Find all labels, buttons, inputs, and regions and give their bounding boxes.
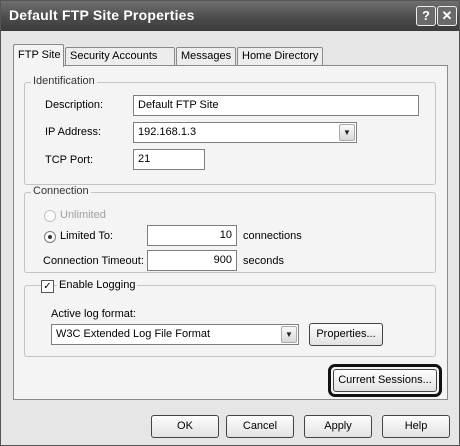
description-input[interactable]: Default FTP Site [133, 95, 419, 116]
current-sessions-button[interactable]: Current Sessions... [333, 369, 437, 392]
ip-address-select[interactable]: 192.168.1.3 ▼ [133, 122, 357, 143]
ip-address-label: IP Address: [45, 126, 102, 138]
radio-selected-dot [48, 235, 52, 239]
connection-timeout-input[interactable]: 900 [147, 250, 237, 271]
tab-home-directory[interactable]: Home Directory [237, 47, 323, 66]
tab-panel-ftp-site: Identification Description: Default FTP … [13, 65, 448, 400]
tab-messages[interactable]: Messages [176, 47, 236, 66]
chevron-down-icon[interactable]: ▼ [281, 326, 297, 343]
window-title: Default FTP Site Properties [9, 7, 195, 23]
help-button[interactable]: Help [382, 415, 450, 438]
tcp-port-input[interactable]: 21 [133, 149, 205, 170]
identification-group: Identification Description: Default FTP … [24, 75, 436, 185]
limited-to-label: Limited To: [60, 230, 113, 242]
seconds-unit-label: seconds [243, 255, 284, 267]
log-format-value: W3C Extended Log File Format [56, 328, 211, 340]
apply-button[interactable]: Apply [304, 415, 372, 438]
enable-logging-checkbox[interactable]: ✓ [41, 280, 54, 293]
limited-to-radio[interactable] [44, 231, 56, 243]
cancel-button[interactable]: Cancel [226, 415, 294, 438]
properties-dialog: Default FTP Site Properties ? ✕ FTP Site… [0, 0, 460, 446]
tab-security-accounts[interactable]: Security Accounts [65, 47, 175, 66]
connection-timeout-label: Connection Timeout: [43, 255, 144, 267]
unlimited-radio[interactable] [44, 210, 56, 222]
unlimited-label: Unlimited [60, 209, 106, 221]
logging-group: ✓ Enable Logging Active log format: W3C … [24, 279, 436, 357]
help-title-button[interactable]: ? [416, 6, 436, 26]
tab-ftp-site[interactable]: FTP Site [13, 44, 64, 67]
active-log-format-label: Active log format: [51, 308, 136, 320]
description-label: Description: [45, 99, 104, 111]
ip-address-value: 192.168.1.3 [138, 126, 197, 138]
ok-button[interactable]: OK [151, 415, 219, 438]
title-bar[interactable]: Default FTP Site Properties ? ✕ [1, 1, 459, 31]
tcp-port-label: TCP Port: [45, 154, 94, 166]
enable-logging-label: Enable Logging [57, 279, 138, 291]
log-format-select[interactable]: W3C Extended Log File Format ▼ [51, 324, 299, 345]
chevron-down-icon[interactable]: ▼ [339, 124, 355, 141]
connections-unit-label: connections [243, 230, 302, 242]
connection-legend: Connection [31, 185, 91, 197]
close-button[interactable]: ✕ [437, 6, 457, 26]
connection-group: Connection Unlimited Limited To: 10 conn… [24, 185, 436, 273]
connection-limit-input[interactable]: 10 [147, 225, 237, 246]
properties-button[interactable]: Properties... [309, 323, 383, 346]
identification-legend: Identification [31, 75, 97, 87]
